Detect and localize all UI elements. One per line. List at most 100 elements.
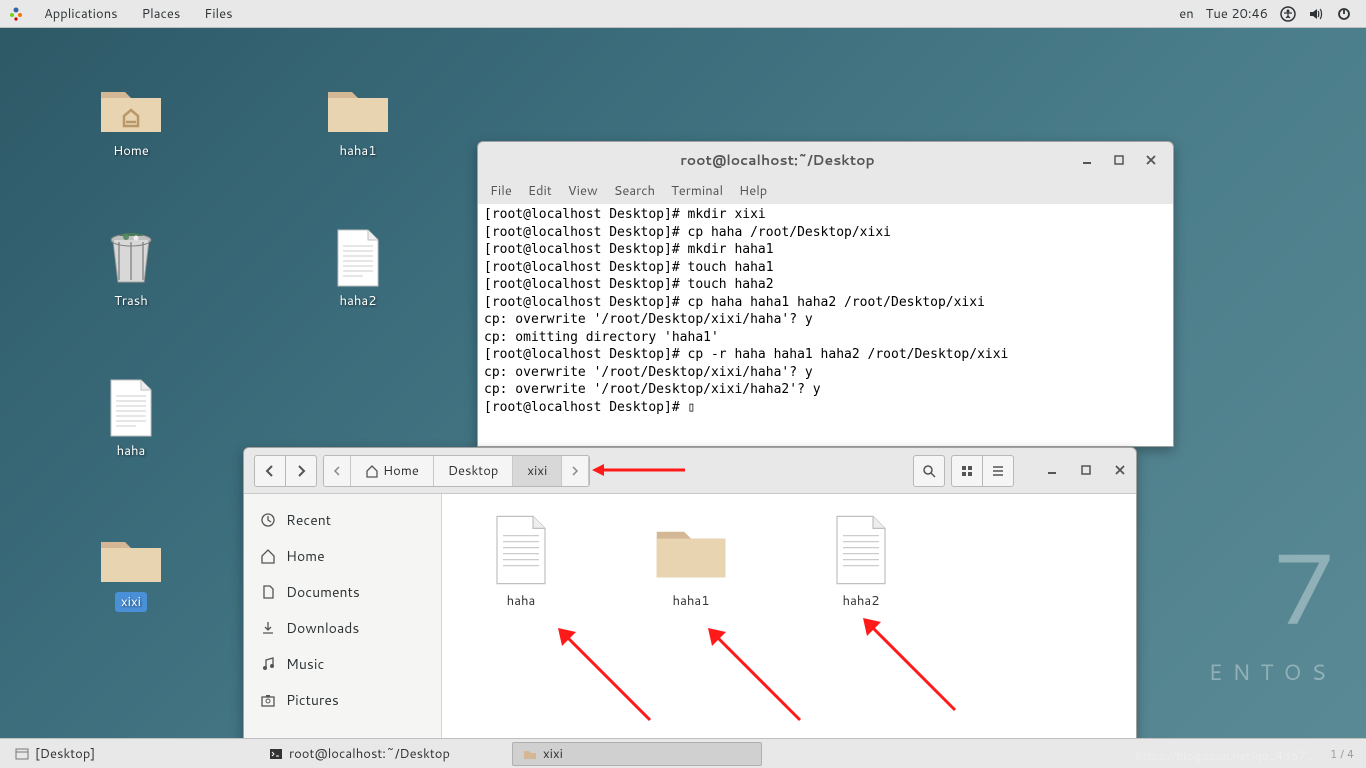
desktop-icon-label: Trash	[114, 292, 148, 310]
terminal-title: root@localhost:~/Desktop	[488, 150, 1067, 170]
maximize-button[interactable]	[1080, 459, 1092, 482]
sidebar-item-label: Home	[286, 546, 325, 566]
desktop-icon-label: haha	[117, 442, 146, 460]
home-icon	[260, 548, 276, 564]
document-icon	[831, 514, 891, 586]
folder-icon	[651, 514, 731, 586]
file-item-haha1[interactable]: haha1	[636, 514, 746, 610]
maximize-button[interactable]	[1107, 148, 1131, 172]
view-list-button[interactable]	[982, 455, 1014, 487]
back-button[interactable]	[254, 455, 286, 487]
desktop-icon-label: Home	[113, 142, 149, 160]
desktop-icon-trash[interactable]: Trash	[86, 228, 176, 310]
sidebar-item-recent[interactable]: Recent	[244, 502, 441, 538]
menu-search[interactable]: Search	[614, 182, 655, 200]
task-label: root@localhost:~/Desktop	[289, 745, 450, 763]
clock-icon	[260, 512, 276, 528]
top-panel: Applications Places Files en Tue 20:46	[0, 0, 1366, 28]
task-terminal[interactable]: root@localhost:~/Desktop	[258, 742, 508, 766]
document-icon	[491, 514, 551, 586]
applications-menu[interactable]: Applications	[32, 5, 130, 23]
files-sidebar: Recent Home Documents Downloads Music Pi…	[244, 494, 442, 739]
document-icon	[333, 228, 383, 288]
breadcrumb-desktop[interactable]: Desktop	[434, 456, 514, 486]
clock[interactable]: Tue 20:46	[1200, 5, 1274, 23]
menu-terminal[interactable]: Terminal	[671, 182, 723, 200]
accessibility-icon[interactable]	[1274, 6, 1302, 22]
menu-help[interactable]: Help	[739, 182, 767, 200]
files-window: Home Desktop xixi Recent Home Documents …	[243, 447, 1137, 740]
file-item-haha[interactable]: haha	[466, 514, 576, 610]
forward-button[interactable]	[285, 455, 317, 487]
file-label: haha	[507, 592, 536, 610]
document-icon	[260, 584, 276, 600]
files-toolbar: Home Desktop xixi	[244, 448, 1136, 494]
desktop-icon-haha[interactable]: haha	[86, 378, 176, 460]
workspace-pager[interactable]: 1 / 4	[1330, 746, 1362, 762]
trash-icon	[101, 228, 161, 288]
file-item-haha2[interactable]: haha2	[806, 514, 916, 610]
sidebar-item-label: Pictures	[286, 690, 339, 710]
breadcrumb-label: xixi	[527, 462, 547, 480]
breadcrumb-xixi[interactable]: xixi	[513, 456, 562, 486]
sidebar-item-label: Recent	[286, 510, 331, 530]
grid-icon	[960, 464, 974, 478]
terminal-icon	[269, 747, 283, 761]
desktop-icon-xixi[interactable]: xixi	[86, 528, 176, 612]
music-icon	[260, 656, 276, 672]
breadcrumb-forward-icon[interactable]	[562, 456, 589, 486]
gnome-logo-icon	[8, 6, 24, 22]
task-desktop[interactable]: [Desktop]	[4, 742, 254, 766]
file-label: haha2	[843, 592, 880, 610]
home-icon	[365, 464, 379, 478]
sidebar-item-label: Music	[286, 654, 324, 674]
sidebar-item-label: Documents	[286, 582, 360, 602]
breadcrumb-home[interactable]: Home	[351, 456, 434, 486]
file-label: haha1	[673, 592, 710, 610]
search-button[interactable]	[913, 455, 945, 487]
list-icon	[991, 464, 1005, 478]
centos-watermark: 7 ENTOS	[1209, 516, 1336, 688]
desktop-icon-label: haha1	[340, 142, 377, 160]
breadcrumb-label: Desktop	[448, 462, 499, 480]
view-icons-button[interactable]	[951, 455, 983, 487]
terminal-content[interactable]: [root@localhost Desktop]# mkdir xixi [ro…	[478, 204, 1173, 446]
minimize-button[interactable]	[1046, 459, 1058, 482]
download-icon	[260, 620, 276, 636]
task-xixi[interactable]: xixi	[512, 742, 762, 766]
task-label: xixi	[543, 745, 563, 763]
menu-view[interactable]: View	[568, 182, 598, 200]
close-button[interactable]	[1114, 459, 1126, 482]
sidebar-item-pictures[interactable]: Pictures	[244, 682, 441, 718]
terminal-titlebar[interactable]: root@localhost:~/Desktop	[478, 142, 1173, 178]
files-content[interactable]: haha haha1 haha2	[442, 494, 1136, 739]
sidebar-item-music[interactable]: Music	[244, 646, 441, 682]
task-label: [Desktop]	[35, 745, 95, 763]
breadcrumb-label: Home	[383, 462, 419, 480]
places-menu[interactable]: Places	[130, 5, 193, 23]
minimize-button[interactable]	[1075, 148, 1099, 172]
search-icon	[922, 464, 936, 478]
sidebar-item-label: Downloads	[286, 618, 359, 638]
home-folder-icon	[96, 78, 166, 138]
sidebar-item-documents[interactable]: Documents	[244, 574, 441, 610]
keyboard-layout-indicator[interactable]: en	[1173, 5, 1199, 23]
centos-text: ENTOS	[1209, 657, 1336, 688]
folder-icon	[323, 78, 393, 138]
folder-icon	[523, 747, 537, 761]
desktop-icon-haha2[interactable]: haha2	[313, 228, 403, 310]
terminal-menubar: File Edit View Search Terminal Help	[478, 178, 1173, 204]
breadcrumb-back-icon[interactable]	[324, 456, 351, 486]
desktop-icon-haha1[interactable]: haha1	[313, 78, 403, 160]
menu-file[interactable]: File	[490, 182, 512, 200]
menu-edit[interactable]: Edit	[528, 182, 552, 200]
power-icon[interactable]	[1330, 6, 1358, 22]
window-icon	[15, 747, 29, 761]
desktop-icon-home[interactable]: Home	[86, 78, 176, 160]
files-menu[interactable]: Files	[192, 5, 244, 23]
sidebar-item-downloads[interactable]: Downloads	[244, 610, 441, 646]
close-button[interactable]	[1139, 148, 1163, 172]
sidebar-item-home[interactable]: Home	[244, 538, 441, 574]
volume-icon[interactable]	[1302, 6, 1330, 22]
terminal-window: root@localhost:~/Desktop File Edit View …	[477, 141, 1174, 447]
